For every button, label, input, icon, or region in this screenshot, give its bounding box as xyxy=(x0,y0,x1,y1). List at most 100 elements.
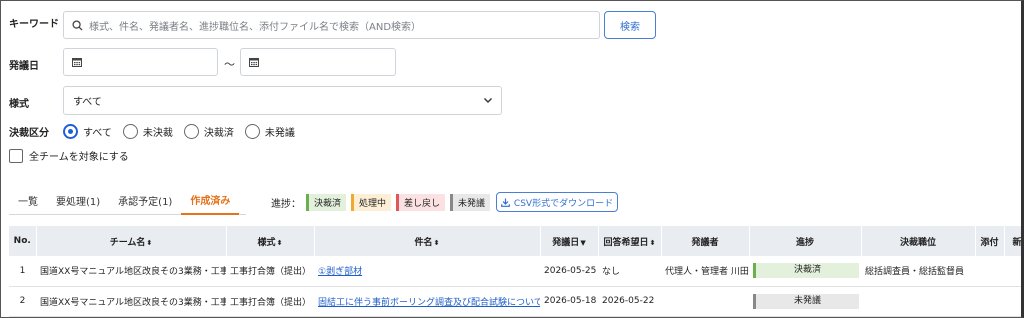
col-position-label: 決裁職位 xyxy=(899,237,936,248)
radio-decided[interactable]: 決裁済 xyxy=(183,123,234,139)
sort-icon: ⬍ xyxy=(433,238,440,247)
legend-chip-not-proposed: 未発議 xyxy=(450,194,491,211)
legend-chip-returned: 差し戻し xyxy=(396,194,446,211)
subject-link[interactable]: ①剥ぎ部材 xyxy=(318,267,362,277)
cell-team: 国道XX号マニュアル地区改良その3業務・工事 xyxy=(36,286,226,317)
search-button[interactable]: 検索 xyxy=(604,11,656,39)
keyword-row: キーワード xyxy=(9,15,59,30)
cell-reply: なし xyxy=(598,256,661,287)
cell-position: 総括調査員・総括監督員 xyxy=(861,256,975,287)
col-reply[interactable]: 回答希望日⬍ xyxy=(598,226,662,256)
sort-desc-icon: ▼ xyxy=(580,238,586,247)
col-date[interactable]: 発議日▼ xyxy=(540,226,599,256)
keyword-placeholder: 様式、件名、発議者名、進捗職位名、添付ファイル名で検索（AND検索） xyxy=(89,21,422,33)
cell-subject: ①剥ぎ部材 xyxy=(314,256,540,287)
date-label: 発議日 xyxy=(9,61,39,72)
calendar-icon xyxy=(72,58,82,67)
sort-icon: ⬍ xyxy=(649,238,656,247)
decision-label: 決裁区分 xyxy=(9,127,49,139)
cell-date: 2026-05-18 xyxy=(540,286,598,317)
col-position: 決裁職位 xyxy=(861,226,976,256)
progress-legend-label: 進捗： xyxy=(271,199,301,210)
table-row[interactable]: 1 国道XX号マニュアル地区改良その3業務・工事 工事打合簿（提出） ①剥ぎ部材… xyxy=(9,256,1021,287)
col-progress: 進捗 xyxy=(749,226,862,256)
date-to-input[interactable] xyxy=(240,48,396,76)
cell-reply: 2026-05-22 xyxy=(598,286,661,317)
cell-progress: 決裁済 xyxy=(749,256,861,287)
radio-not-proposed[interactable]: 未発議 xyxy=(244,123,295,139)
col-attach-label: 添付 xyxy=(980,237,999,248)
col-proposer: 発議者 xyxy=(661,226,750,256)
col-team[interactable]: チーム名⬍ xyxy=(36,226,227,256)
decision-radio-group: 決裁区分 すべて 未決裁 決裁済 未発議 xyxy=(9,123,306,139)
cell-new xyxy=(1004,256,1021,287)
tab-needs-action[interactable]: 要処理(1) xyxy=(47,191,109,215)
progress-badge: 未発議 xyxy=(753,293,859,309)
cell-subject: 固結工に伴う事前ボーリング調査及び配合試験について xyxy=(314,286,540,317)
cell-proposer xyxy=(661,286,749,317)
radio-undecided[interactable]: 未決裁 xyxy=(122,123,173,139)
chevron-down-icon xyxy=(484,98,492,103)
csv-download-button[interactable]: CSV形式でダウンロード xyxy=(496,192,618,212)
cell-attach xyxy=(975,286,1004,317)
cell-attach xyxy=(975,256,1004,287)
all-teams-checkbox-box[interactable] xyxy=(9,148,23,163)
keyword-input[interactable]: 様式、件名、発議者名、進捗職位名、添付ファイル名で検索（AND検索） xyxy=(63,11,600,39)
keyword-label: キーワード xyxy=(9,19,59,30)
radio-all-dot[interactable] xyxy=(63,123,78,139)
col-style[interactable]: 様式⬍ xyxy=(226,226,315,256)
col-no: No. xyxy=(9,226,37,256)
date-row: 発議日 xyxy=(9,57,39,72)
date-separator: 〜 xyxy=(224,58,235,71)
calendar-icon xyxy=(249,58,259,67)
table-header-row: No. チーム名⬍ 様式⬍ 件名⬍ 発議日▼ 回答希望日⬍ 発議者 進捗 決裁職… xyxy=(9,226,1022,256)
radio-not-proposed-label: 未発議 xyxy=(264,127,295,139)
radio-decided-label: 決裁済 xyxy=(203,127,234,139)
legend-chip-decided: 決裁済 xyxy=(306,194,347,211)
col-proposer-label: 発議者 xyxy=(691,237,719,248)
col-attach: 添付 xyxy=(975,226,1005,256)
date-from-input[interactable] xyxy=(63,48,218,76)
col-new-label: 新規 xyxy=(1012,237,1022,248)
style-select[interactable]: すべて xyxy=(63,86,502,115)
tab-pending-approval[interactable]: 承認予定(1) xyxy=(109,191,181,215)
col-team-label: チーム名 xyxy=(109,237,146,248)
cell-position xyxy=(861,286,975,317)
cell-date: 2026-05-25 xyxy=(540,256,598,287)
progress-badge: 決裁済 xyxy=(753,263,859,279)
col-no-label: No. xyxy=(13,236,31,246)
cell-progress: 未発議 xyxy=(749,286,861,317)
tab-list[interactable]: 一覧 xyxy=(9,191,47,215)
col-subject[interactable]: 件名⬍ xyxy=(314,226,541,256)
all-teams-checkbox[interactable]: 全チームを対象にする xyxy=(9,148,129,163)
documents-table: No. チーム名⬍ 様式⬍ 件名⬍ 発議日▼ 回答希望日⬍ 発議者 進捗 決裁職… xyxy=(9,226,1022,317)
style-select-value: すべて xyxy=(73,97,102,108)
cell-style: 工事打合簿（提出） xyxy=(226,286,314,317)
cell-no: 1 xyxy=(9,256,36,287)
col-subject-label: 件名 xyxy=(414,237,433,248)
subject-link[interactable]: 固結工に伴う事前ボーリング調査及び配合試験について xyxy=(318,298,540,308)
sort-icon: ⬍ xyxy=(276,238,283,247)
app-frame: キーワード 様式、件名、発議者名、進捗職位名、添付ファイル名で検索（AND検索）… xyxy=(0,0,1024,318)
tab-bar: 一覧 要処理(1) 承認予定(1) 作成済み xyxy=(9,191,240,215)
radio-undecided-label: 未決裁 xyxy=(142,127,173,139)
csv-download-label: CSV形式でダウンロード xyxy=(513,198,614,209)
cell-style: 工事打合簿（提出） xyxy=(226,256,314,287)
tab-created[interactable]: 作成済み xyxy=(181,191,240,215)
radio-not-proposed-dot[interactable] xyxy=(244,123,260,139)
col-new: 新規 xyxy=(1004,226,1022,256)
download-icon xyxy=(501,197,510,207)
radio-all[interactable]: すべて xyxy=(63,123,112,139)
cell-proposer: 代理人・管理者 川田 xyxy=(661,256,749,287)
col-date-label: 発議日 xyxy=(552,237,580,248)
radio-undecided-dot[interactable] xyxy=(122,123,138,139)
progress-legend: 進捗： 決裁済 処理中 差し戻し 未発議 xyxy=(271,194,495,211)
radio-all-label: すべて xyxy=(83,127,112,139)
radio-decided-dot[interactable] xyxy=(183,123,199,139)
style-row: 様式 xyxy=(9,95,29,110)
cell-team: 国道XX号マニュアル地区改良その3業務・工事 xyxy=(36,256,226,287)
search-icon xyxy=(72,19,83,31)
col-style-label: 様式 xyxy=(257,237,276,248)
cell-new xyxy=(1004,286,1021,317)
table-row[interactable]: 2 国道XX号マニュアル地区改良その3業務・工事 工事打合簿（提出） 固結工に伴… xyxy=(9,286,1021,317)
